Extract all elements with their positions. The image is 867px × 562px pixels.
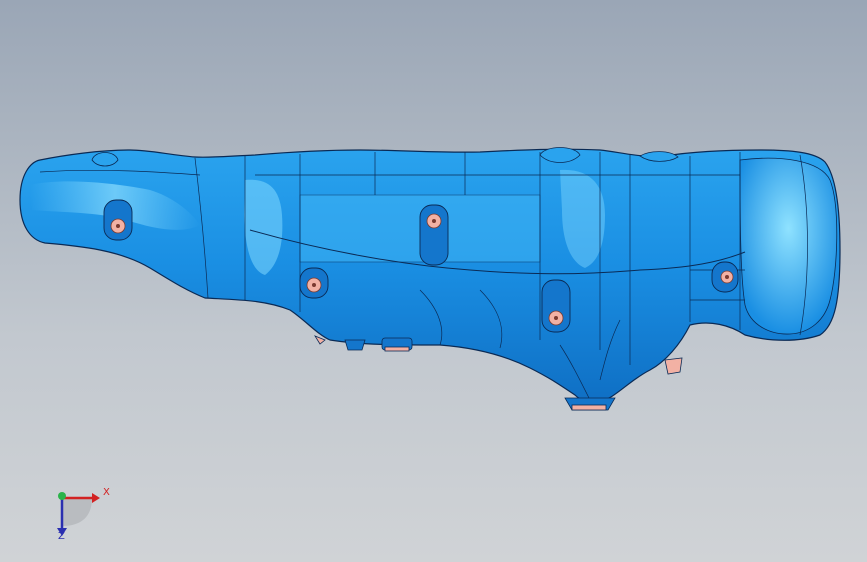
y-axis-dot xyxy=(58,492,66,500)
z-axis-label: Z xyxy=(58,531,65,542)
orientation-triad[interactable]: X Z xyxy=(40,478,120,548)
x-axis-arrow xyxy=(92,493,100,503)
manifold-model[interactable] xyxy=(0,0,867,562)
graphics-viewport[interactable]: X Z xyxy=(0,0,867,562)
x-axis-label: X xyxy=(103,487,110,498)
triad-shadow xyxy=(62,498,92,526)
manifold-end-cap xyxy=(739,157,838,335)
